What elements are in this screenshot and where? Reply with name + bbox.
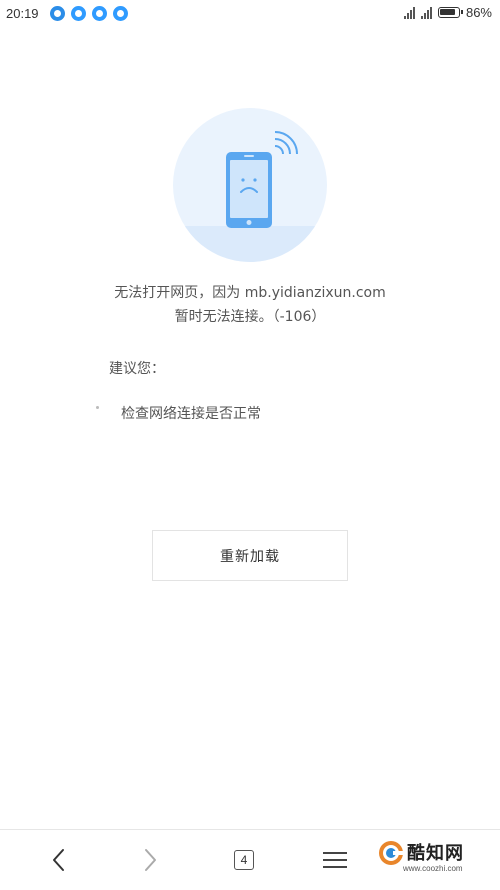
status-time: 20:19 <box>6 6 39 21</box>
forward-arrow-icon <box>145 849 156 871</box>
status-bar: 20:19 86% <box>0 0 500 28</box>
forward-button[interactable] <box>135 845 165 875</box>
status-right: 86% <box>403 5 492 20</box>
suggestions-title: 建议您： <box>109 361 165 377</box>
tabs-button[interactable]: 4 <box>229 845 259 875</box>
qq-browser-icon <box>92 6 107 21</box>
signal-icon <box>403 6 415 19</box>
battery-icon <box>437 7 463 18</box>
battery-level: 86% <box>465 5 492 20</box>
back-arrow-icon <box>53 849 64 871</box>
suggestion-text: 检查网络连接是否正常 <box>121 406 261 422</box>
menu-icon <box>323 852 347 868</box>
coozhi-logo-icon <box>379 841 405 865</box>
notification-icons <box>50 6 128 21</box>
bullet-icon <box>96 405 99 409</box>
tab-count: 4 <box>234 850 254 870</box>
qq-browser-icon <box>113 6 128 21</box>
watermark: 酷知网 www.coozhi.com <box>375 833 495 885</box>
qq-browser-icon <box>71 6 86 21</box>
error-line-1: 无法打开网页，因为 mb.yidianzixun.com <box>114 285 386 301</box>
app-notification-icon <box>50 6 65 21</box>
back-button[interactable] <box>44 845 74 875</box>
watermark-brand: 酷知网 <box>407 843 464 864</box>
error-message: 无法打开网页，因为 mb.yidianzixun.com 暂时无法连接。（-10… <box>0 281 500 329</box>
menu-button[interactable] <box>320 845 350 875</box>
no-connection-phone-icon <box>173 108 327 262</box>
watermark-url: www.coozhi.com <box>403 864 463 873</box>
suggestion-item: 检查网络连接是否正常 <box>96 403 261 423</box>
signal-icon <box>420 6 432 19</box>
error-line-2: 暂时无法连接。（-106） <box>174 309 326 325</box>
reload-button[interactable]: 重新加载 <box>152 530 348 581</box>
